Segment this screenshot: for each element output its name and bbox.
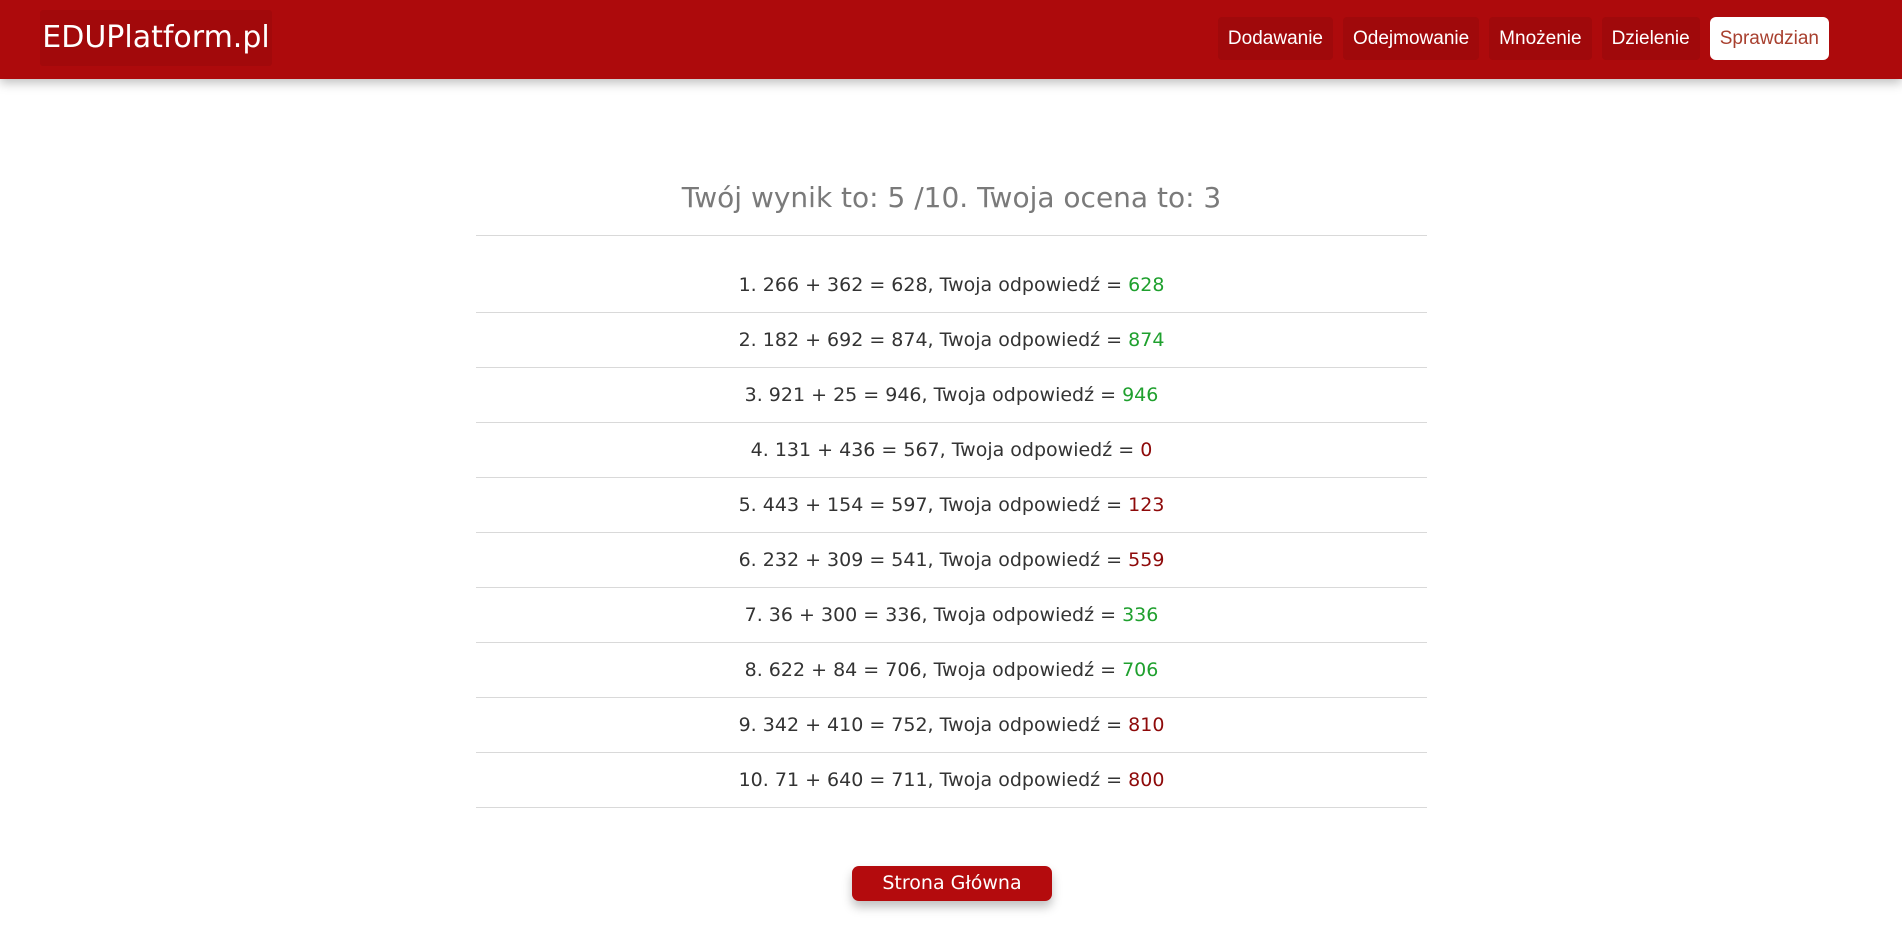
question-text: 3. 921 + 25 = 946, Twoja odpowiedź = bbox=[744, 384, 1123, 406]
question-text: 1. 266 + 362 = 628, Twoja odpowiedź = bbox=[738, 274, 1129, 296]
user-answer: 874 bbox=[1128, 329, 1165, 351]
question-text: 10. 71 + 640 = 711, Twoja odpowiedź = bbox=[738, 769, 1129, 791]
answer-row: 1. 266 + 362 = 628, Twoja odpowiedź = 62… bbox=[476, 258, 1427, 313]
home-page-button[interactable]: Strona Główna bbox=[852, 866, 1052, 901]
question-text: 9. 342 + 410 = 752, Twoja odpowiedź = bbox=[738, 714, 1129, 736]
answer-row: 5. 443 + 154 = 597, Twoja odpowiedź = 12… bbox=[476, 478, 1427, 533]
user-answer: 123 bbox=[1128, 494, 1165, 516]
nav-item-sprawdzian[interactable]: Sprawdzian bbox=[1709, 17, 1829, 60]
question-text: 6. 232 + 309 = 541, Twoja odpowiedź = bbox=[738, 549, 1129, 571]
nav-item-dzielenie[interactable]: Dzielenie bbox=[1601, 17, 1700, 60]
answers-list: 1. 266 + 362 = 628, Twoja odpowiedź = 62… bbox=[476, 258, 1427, 808]
answer-row: 9. 342 + 410 = 752, Twoja odpowiedź = 81… bbox=[476, 698, 1427, 753]
user-answer: 559 bbox=[1128, 549, 1165, 571]
question-text: 2. 182 + 692 = 874, Twoja odpowiedź = bbox=[738, 329, 1129, 351]
answer-row: 3. 921 + 25 = 946, Twoja odpowiedź = 946 bbox=[476, 368, 1427, 423]
user-answer: 628 bbox=[1128, 274, 1165, 296]
brand-logo-link[interactable]: EDUPlatform.pl bbox=[40, 10, 272, 66]
score-heading: Twój wynik to: 5 /10. Twoja ocena to: 3 bbox=[476, 160, 1427, 236]
question-text: 5. 443 + 154 = 597, Twoja odpowiedź = bbox=[738, 494, 1129, 516]
question-text: 4. 131 + 436 = 567, Twoja odpowiedź = bbox=[750, 439, 1141, 461]
results-panel: Twój wynik to: 5 /10. Twoja ocena to: 3 … bbox=[476, 160, 1427, 808]
answer-row: 7. 36 + 300 = 336, Twoja odpowiedź = 336 bbox=[476, 588, 1427, 643]
user-answer: 0 bbox=[1140, 439, 1153, 461]
question-text: 8. 622 + 84 = 706, Twoja odpowiedź = bbox=[744, 659, 1123, 681]
nav-item-dodawanie[interactable]: Dodawanie bbox=[1217, 17, 1333, 60]
main-nav: Dodawanie Odejmowanie Mnożenie Dzielenie… bbox=[1217, 17, 1829, 60]
user-answer: 946 bbox=[1122, 384, 1159, 406]
answer-row: 8. 622 + 84 = 706, Twoja odpowiedź = 706 bbox=[476, 643, 1427, 698]
user-answer: 706 bbox=[1122, 659, 1159, 681]
user-answer: 810 bbox=[1128, 714, 1165, 736]
top-navbar: EDUPlatform.pl Dodawanie Odejmowanie Mno… bbox=[0, 0, 1902, 79]
answer-row: 2. 182 + 692 = 874, Twoja odpowiedź = 87… bbox=[476, 313, 1427, 368]
user-answer: 800 bbox=[1128, 769, 1165, 791]
nav-item-odejmowanie[interactable]: Odejmowanie bbox=[1343, 17, 1480, 60]
user-answer: 336 bbox=[1122, 604, 1159, 626]
nav-item-mnozenie[interactable]: Mnożenie bbox=[1489, 17, 1592, 60]
answer-row: 6. 232 + 309 = 541, Twoja odpowiedź = 55… bbox=[476, 533, 1427, 588]
answer-row: 4. 131 + 436 = 567, Twoja odpowiedź = 0 bbox=[476, 423, 1427, 478]
question-text: 7. 36 + 300 = 336, Twoja odpowiedź = bbox=[744, 604, 1123, 626]
answer-row: 10. 71 + 640 = 711, Twoja odpowiedź = 80… bbox=[476, 753, 1427, 808]
